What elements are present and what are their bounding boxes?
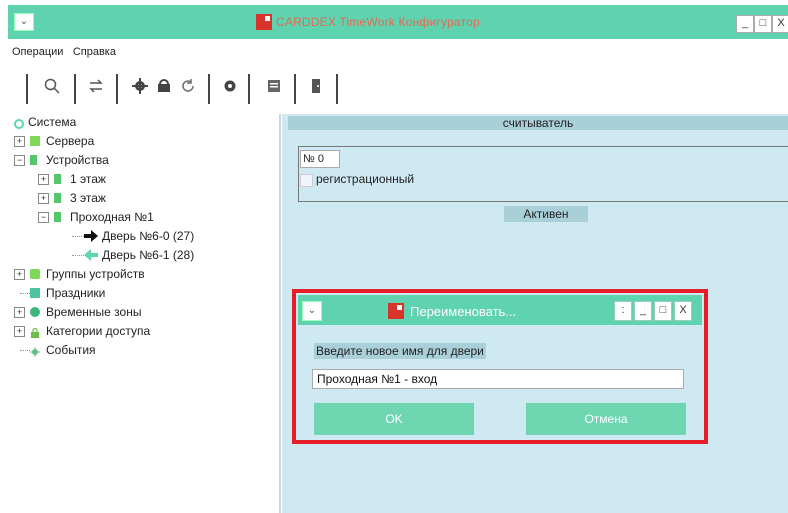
expand-icon[interactable]: + — [38, 174, 49, 185]
tree-label: Сервера — [46, 134, 95, 148]
event-icon — [30, 345, 40, 357]
app-icon — [256, 14, 272, 30]
report-icon[interactable] — [264, 78, 284, 98]
toolbar-separator — [336, 74, 338, 104]
dialog-app-icon — [388, 303, 404, 319]
tree-label: Категории доступа — [46, 324, 151, 338]
tree-label: Временные зоны — [46, 305, 142, 319]
clock-icon — [30, 307, 40, 317]
cancel-button[interactable]: Отмена — [526, 403, 686, 435]
system-icon — [14, 117, 24, 129]
reader-number-field[interactable]: № 0 — [300, 150, 340, 168]
new-name-input[interactable] — [312, 369, 684, 389]
tree-label: Дверь №6-1 (28) — [102, 248, 195, 262]
device-icon — [30, 155, 37, 165]
maximize-button[interactable]: □ — [754, 15, 772, 33]
dialog-minimize-button[interactable]: _ — [634, 301, 652, 321]
search-icon[interactable] — [42, 78, 62, 98]
expand-icon[interactable]: + — [14, 307, 25, 318]
expand-icon[interactable]: + — [14, 269, 25, 280]
tree-label: Праздники — [46, 286, 106, 300]
calendar-icon — [30, 288, 40, 298]
rename-dialog: ⌄ Переименовать... : _ □ X Введите новое… — [298, 295, 702, 438]
dialog-close-button[interactable]: X — [674, 301, 692, 321]
settings-icon[interactable] — [130, 78, 150, 98]
tree-connector — [20, 350, 30, 351]
toolbar-separator — [208, 74, 210, 104]
registration-checkbox[interactable] — [300, 174, 313, 187]
tree-label: 1 этаж — [70, 172, 106, 186]
swap-icon[interactable] — [86, 78, 106, 98]
minimize-button[interactable]: _ — [736, 15, 754, 33]
gear-icon[interactable] — [220, 78, 240, 98]
device-icon — [54, 193, 61, 203]
collapse-icon[interactable]: − — [38, 212, 49, 223]
tree-label: Дверь №6-0 (27) — [102, 229, 195, 243]
tree-label: Проходная №1 — [70, 210, 154, 224]
menu-operations[interactable]: Операции — [12, 46, 63, 58]
tree-label: Система — [28, 115, 77, 129]
reader-header: считыватель — [288, 116, 788, 130]
tree-connector — [20, 293, 30, 294]
tree-label: События — [46, 343, 96, 357]
expand-icon[interactable]: + — [14, 326, 25, 337]
toolbar-separator — [116, 74, 118, 104]
device-icon — [54, 212, 61, 222]
tree-label: Устройства — [46, 153, 109, 167]
toolbar-separator — [26, 74, 28, 104]
dialog-title-bar: ⌄ Переименовать... : _ □ X — [298, 295, 702, 325]
toolbar-separator — [248, 74, 250, 104]
toolbar-separator — [74, 74, 76, 104]
expand-icon[interactable]: + — [38, 193, 49, 204]
menu-help[interactable]: Справка — [73, 46, 116, 58]
toolbar-separator — [294, 74, 296, 104]
door-icon[interactable] — [306, 78, 326, 98]
dialog-title: Переименовать... — [410, 304, 517, 319]
device-icon[interactable] — [154, 78, 174, 98]
menu-bar: Операции Справка — [12, 44, 122, 62]
collapse-icon[interactable]: − — [14, 155, 25, 166]
server-icon — [30, 136, 40, 146]
window-title: CARDDEX TimeWork Конфигуратор — [276, 15, 480, 29]
arrow-right-icon — [84, 230, 98, 242]
expand-icon[interactable]: + — [14, 136, 25, 147]
ok-button[interactable]: OK — [314, 403, 474, 435]
dialog-options-button[interactable]: : — [614, 301, 632, 321]
close-button[interactable]: X — [772, 15, 788, 33]
status-active-label: Активен — [504, 206, 588, 222]
refresh-icon[interactable] — [178, 78, 198, 98]
lock-icon — [30, 326, 40, 338]
rename-prompt-label: Введите новое имя для двери — [314, 343, 486, 359]
device-icon — [54, 174, 61, 184]
arrow-left-icon — [84, 249, 98, 261]
tree-label: 3 этаж — [70, 191, 106, 205]
folder-icon — [30, 269, 40, 279]
dialog-maximize-button[interactable]: □ — [654, 301, 672, 321]
title-bar: ⌄ CARDDEX TimeWork Конфигуратор _ □ X — [8, 5, 788, 39]
window-menu-button[interactable]: ⌄ — [14, 13, 34, 31]
tree-label: Группы устройств — [46, 267, 145, 281]
dialog-menu-button[interactable]: ⌄ — [302, 301, 322, 321]
system-tree: Система + Сервера − Устройства + 1 этаж … — [12, 114, 281, 513]
registration-checkbox-label: регистрационный — [316, 172, 415, 186]
